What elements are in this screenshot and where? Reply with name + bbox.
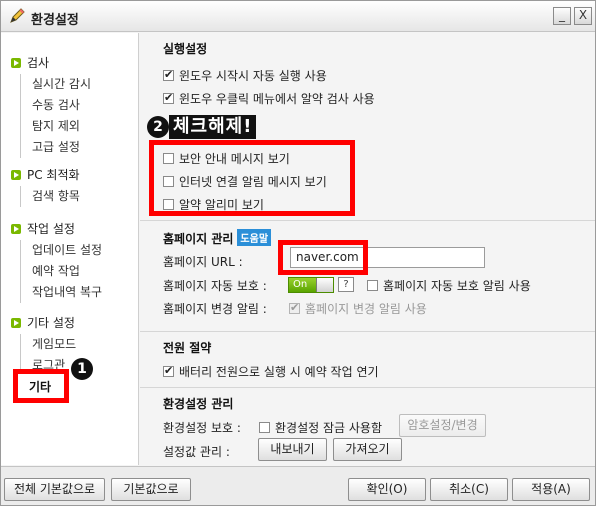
arrow-bullet-icon [11,224,21,234]
homepage-protect-label: 홈페이지 자동 보호 : [163,279,267,293]
arrow-bullet-icon [11,170,21,180]
env-manage-label: 설정값 관리 : [163,445,230,459]
section-title-env: 환경설정 관리 [163,397,234,411]
settings-window: 환경설정 _ X 검사 실시간 감시 수동 검사 탐지 제외 고급 설정 PC … [0,0,596,506]
option-battery-defer[interactable]: 배터리 전원으로 실행 시 예약 작업 연기 [163,363,379,380]
section-title-run: 실행설정 [163,42,208,56]
pencil-icon [10,8,25,23]
step-1-badge: 1 [71,358,93,380]
sidebar-item-realtime[interactable]: 실시간 감시 [21,74,91,95]
highlight-homepage-url [278,240,368,275]
sidebar-item-restore[interactable]: 작업내역 복구 [21,282,102,303]
checkbox-change-alert [289,301,300,314]
help-link[interactable]: 도움말 [237,229,272,246]
step-2-badge: 2 [147,116,169,138]
section-env: 환경설정 관리 환경설정 보호 : 환경설정 잠금 사용함 암호설정/변경 설정… [140,389,595,465]
env-protect-label: 환경설정 보호 : [163,421,241,435]
sidebar-item-update[interactable]: 업데이트 설정 [21,240,102,261]
checkbox-env-lock[interactable] [259,422,270,433]
sidebar-item-scheduled[interactable]: 예약 작업 [21,261,102,282]
question-icon[interactable]: ? [338,277,354,292]
sidebar-group-pc-optimize: 검색 항목 [20,186,80,207]
option-autostart[interactable]: 윈도우 시작시 자동 실행 사용 [163,67,327,84]
sidebar-group-scan: 실시간 감시 수동 검사 탐지 제외 고급 설정 [20,74,91,158]
cancel-button[interactable]: 취소(C) [430,478,508,501]
uncheck-annotation: 체크해제! [169,115,257,139]
option-protect-alert[interactable]: 홈페이지 자동 보호 알림 사용 [367,277,531,294]
sidebar-item-game-mode[interactable]: 게임모드 [21,334,76,355]
sidebar-item-etc[interactable]: 기타 [29,378,51,395]
arrow-bullet-icon [11,58,21,68]
highlight-notify-options [149,140,355,216]
export-button[interactable]: 내보내기 [258,438,327,461]
window-title: 환경설정 [31,13,79,28]
option-change-alert: 홈페이지 변경 알림 사용 [289,300,427,317]
minimize-button[interactable]: _ [553,7,571,25]
close-button[interactable]: X [574,7,592,25]
arrow-bullet-icon [11,318,21,328]
ok-button[interactable]: 확인(O) [348,478,426,501]
sidebar-item-exclusions[interactable]: 탐지 제외 [21,116,91,137]
sidebar-item-search-items[interactable]: 검색 항목 [21,186,80,207]
password-button: 암호설정/변경 [399,414,486,437]
section-title-power: 전원 절약 [163,341,212,355]
section-power: 전원 절약 배터리 전원으로 실행 시 예약 작업 연기 [140,333,595,388]
title-bar: 환경설정 _ X [1,1,595,32]
sidebar-item-advanced[interactable]: 고급 설정 [21,137,91,158]
homepage-protect-toggle[interactable]: On [288,277,334,293]
sidebar-group-tasks: 업데이트 설정 예약 작업 작업내역 복구 [20,240,102,303]
sidebar-category-pc-optimize[interactable]: PC 최적화 [11,166,80,184]
section-title-homepage: 홈페이지 관리 도움말 [163,229,272,247]
reset-button[interactable]: 기본값으로 [111,478,191,501]
homepage-url-label: 홈페이지 URL : [163,255,243,269]
import-button[interactable]: 가져오기 [333,438,402,461]
checkbox-autostart[interactable] [163,68,174,81]
sidebar-item-manual-scan[interactable]: 수동 검사 [21,95,91,116]
homepage-change-alert-label: 홈페이지 변경 알림 : [163,302,267,316]
reset-all-button[interactable]: 전체 기본값으로 [4,478,105,501]
sidebar-category-etc[interactable]: 기타 설정 [11,314,75,332]
sidebar-category-scan[interactable]: 검사 [11,54,49,72]
option-env-lock[interactable]: 환경설정 잠금 사용함 [259,419,382,436]
apply-button[interactable]: 적용(A) [512,478,590,501]
footer-bar: 전체 기본값으로 기본값으로 확인(O) 취소(C) 적용(A) [1,466,595,505]
checkbox-context-menu[interactable] [163,91,174,104]
sidebar-category-tasks[interactable]: 작업 설정 [11,220,75,238]
checkbox-protect-alert[interactable] [367,280,378,291]
section-homepage: 홈페이지 관리 도움말 홈페이지 URL : 홈페이지 자동 보호 : 홈페이지 … [140,222,595,332]
checkbox-battery-defer[interactable] [163,364,174,377]
option-context-menu[interactable]: 윈도우 우클릭 메뉴에서 알약 검사 사용 [163,90,375,107]
